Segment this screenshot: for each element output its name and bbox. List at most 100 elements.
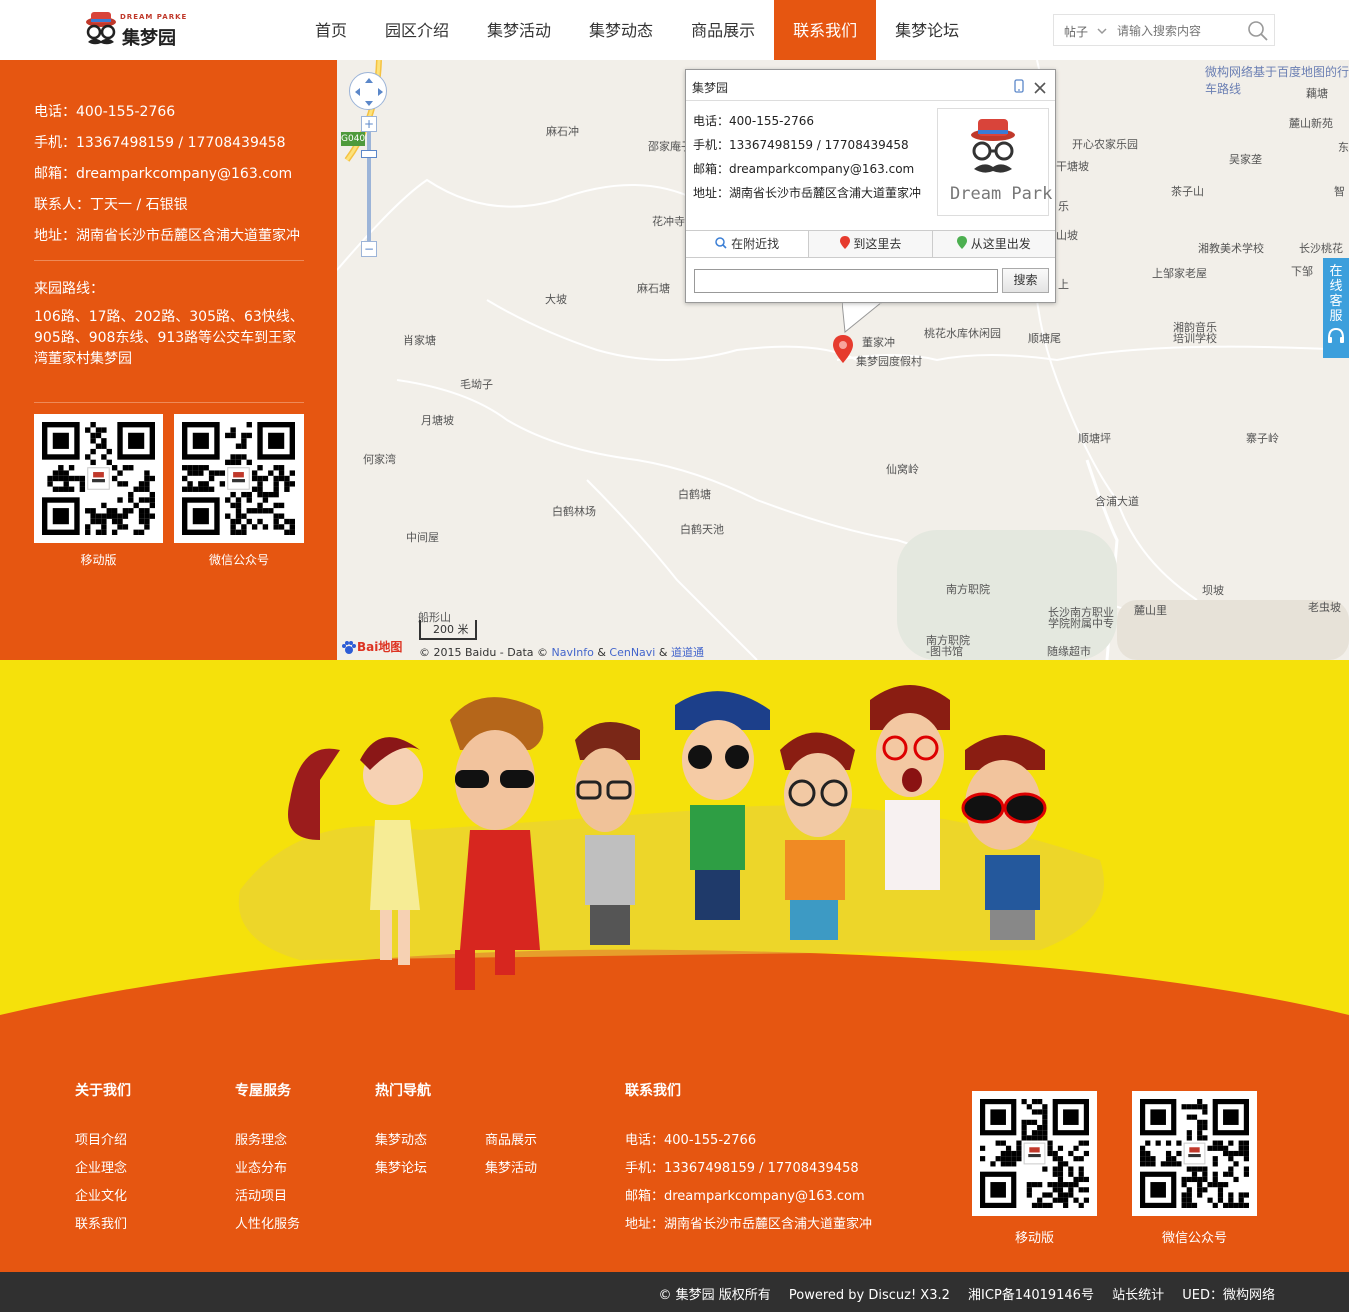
map-place-label: 东	[1338, 141, 1349, 154]
map-place-label: 麻石冲	[546, 125, 579, 138]
copyright-amp: &	[597, 646, 606, 659]
footer-link[interactable]: 企业理念	[75, 1157, 127, 1176]
search-icon[interactable]	[1247, 20, 1269, 45]
tab-start-here-label: 从这里出发	[970, 237, 1031, 251]
popup-logo-image: Dream Park	[937, 108, 1052, 216]
map-place-label: 吴家垄	[1229, 153, 1262, 166]
logo-top-text: DREAM PARKE	[120, 13, 188, 21]
zoom-out-button[interactable]: −	[361, 241, 377, 257]
footer-link[interactable]: 企业文化	[75, 1185, 127, 1204]
map-place-label: 月塘坡	[421, 414, 454, 427]
map-place-label: 随缘超市	[1047, 645, 1091, 658]
zoom-slider-handle[interactable]	[361, 150, 377, 158]
footer-link[interactable]: 商品展示	[485, 1129, 537, 1148]
footer-link[interactable]: 人性化服务	[235, 1213, 300, 1232]
tab-go-here-label: 到这里去	[853, 237, 902, 251]
online-service-label: 在线客服	[1329, 264, 1343, 324]
close-icon[interactable]	[1034, 79, 1046, 98]
map-place-label: 乐	[1058, 200, 1069, 213]
site-header: DREAM PARKE 集梦园 首页 园区介绍 集梦活动 集梦动态 商品展示 联…	[0, 0, 1349, 60]
footer-link[interactable]: 集梦活动	[485, 1157, 537, 1176]
map-place-label: -图书馆	[926, 645, 963, 658]
route-text: 106路、17路、202路、305路、63快线、905路、908东线、913路等…	[34, 309, 304, 367]
divider	[686, 100, 1055, 101]
cennavi-link[interactable]: CenNavi	[609, 646, 655, 659]
main-nav: 首页 园区介绍 集梦活动 集梦动态 商品展示 联系我们 集梦论坛	[296, 0, 978, 60]
nav-activities[interactable]: 集梦活动	[468, 0, 570, 60]
road-label: G040	[341, 132, 366, 146]
map-place-label: 桃花水库休闲园	[924, 327, 1001, 340]
footer-link[interactable]: 服务理念	[235, 1129, 287, 1148]
cartoon-characters-illustration	[0, 685, 1349, 1060]
powered-by-link[interactable]: Powered by Discuz! X3.2	[789, 1288, 950, 1303]
nav-park-intro[interactable]: 园区介绍	[366, 0, 468, 60]
footer-contact-title: 联系我们	[625, 1083, 681, 1099]
map-marker-icon[interactable]	[833, 335, 853, 367]
map-place-label: 集梦园度假村	[856, 355, 922, 368]
map-place-label: 含浦大道	[1095, 495, 1139, 508]
mobile-icon[interactable]	[1014, 78, 1024, 97]
bottom-bar: © 集梦园 版权所有 Powered by Discuz! X3.2 湘ICP备…	[0, 1272, 1349, 1312]
chevron-down-icon[interactable]	[1096, 21, 1108, 44]
footer-link[interactable]: 业态分布	[235, 1157, 287, 1176]
nav-forum[interactable]: 集梦论坛	[876, 0, 978, 60]
tab-start-here[interactable]: 从这里出发	[933, 231, 1055, 257]
logo-text: 集梦园	[122, 28, 176, 49]
zoom-slider[interactable]	[367, 132, 371, 242]
navinfo-link[interactable]: NavInfo	[552, 646, 594, 659]
popup-title: 集梦园	[692, 81, 729, 95]
map-route-link[interactable]: 微构网络基于百度地图的行车路线	[1205, 63, 1349, 97]
popup-search-input[interactable]	[694, 269, 998, 293]
footer-qr-mobile	[972, 1091, 1097, 1216]
qr-code-wechat	[174, 414, 304, 543]
footer-qr-wechat	[1132, 1091, 1257, 1216]
contact-address: 地址：湖南省长沙市岳麓区含浦大道董家冲	[34, 228, 300, 244]
contact-person: 联系人：丁天一 / 石银银	[34, 197, 188, 213]
footer-contact-email: 邮箱：dreamparkcompany@163.com	[625, 1189, 865, 1204]
footer-link[interactable]: 集梦论坛	[375, 1157, 427, 1176]
nav-news[interactable]: 集梦动态	[570, 0, 672, 60]
search-input[interactable]	[1117, 21, 1237, 41]
search-box: 帖子	[1053, 14, 1275, 46]
search-icon	[715, 237, 727, 249]
tab-nearby-label: 在附近找	[731, 237, 780, 251]
footer-qr-caption-wechat: 微信公众号	[1161, 1231, 1227, 1246]
nav-contact[interactable]: 联系我们	[774, 0, 877, 60]
footer-link[interactable]: 集梦动态	[375, 1129, 427, 1148]
search-type-select[interactable]: 帖子	[1064, 23, 1088, 40]
route-title: 来园路线：	[34, 281, 104, 297]
nav-products[interactable]: 商品展示	[672, 0, 774, 60]
popup-address: 地址：湖南省长沙市岳麓区含浦大道董家冲	[693, 186, 922, 200]
daodao-link[interactable]: 道道通	[671, 646, 704, 659]
map-place-label: 麓山新苑	[1289, 117, 1333, 130]
footer-contact-mobile: 手机：13367498159 / 17708439458	[625, 1161, 859, 1176]
baidu-logo[interactable]: Bai地图	[341, 638, 402, 656]
map-pan-control[interactable]	[349, 72, 387, 110]
location-pin-red-icon	[839, 236, 850, 249]
tab-go-here[interactable]: 到这里去	[809, 231, 933, 257]
zoom-in-button[interactable]: +	[361, 116, 377, 132]
qr-caption-mobile: 移动版	[80, 553, 117, 567]
cartoon-banner	[0, 660, 1349, 1060]
map-place-label: 湘教美术学校	[1198, 242, 1264, 255]
popup-search-button[interactable]: 搜索	[1002, 268, 1049, 293]
footer-link[interactable]: 活动项目	[235, 1185, 287, 1204]
tab-nearby[interactable]: 在附近找	[686, 231, 810, 257]
stats-link[interactable]: 站长统计	[1112, 1288, 1164, 1303]
footer-link[interactable]: 联系我们	[75, 1213, 127, 1232]
map-place-label: 开心农家乐园	[1072, 138, 1138, 151]
map-place-label: 中间屋	[406, 531, 439, 544]
nav-home[interactable]: 首页	[296, 0, 366, 60]
ued-link[interactable]: UED：微构网络	[1182, 1288, 1275, 1303]
footer-link[interactable]: 项目介绍	[75, 1129, 127, 1148]
popup-tail	[842, 302, 882, 333]
qr-caption-wechat: 微信公众号	[208, 553, 269, 567]
icp-link[interactable]: 湘ICP备14019146号	[968, 1288, 1094, 1303]
online-service-button[interactable]: 在线客服	[1323, 258, 1349, 358]
contact-phone: 电话：400-155-2766	[34, 104, 176, 120]
map-place-label: 麓山里	[1134, 604, 1167, 617]
map-place-label: 何家湾	[363, 453, 396, 466]
popup-phone: 电话：400-155-2766	[693, 114, 815, 128]
baidu-logo-text: Bai地图	[357, 640, 403, 654]
site-logo[interactable]: DREAM PARKE 集梦园	[84, 8, 194, 52]
